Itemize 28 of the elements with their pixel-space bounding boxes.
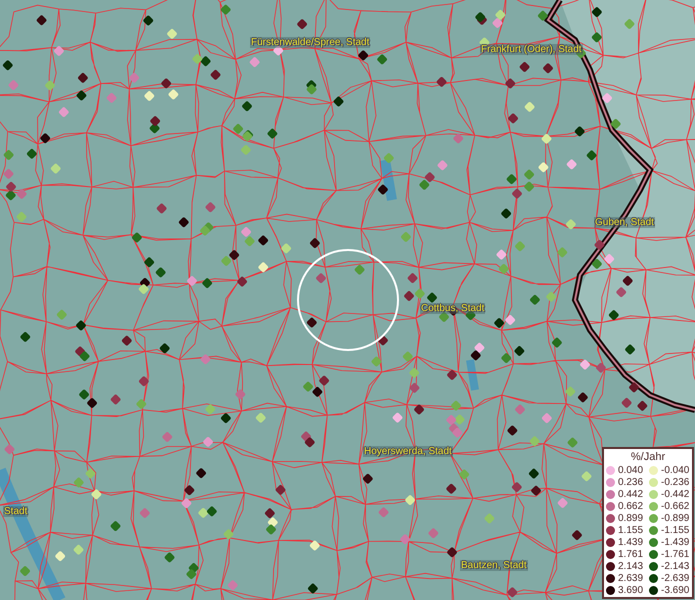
- legend-value: -0.899: [661, 512, 690, 524]
- legend-value: -0.442: [661, 488, 690, 500]
- legend-value: 0.236: [618, 476, 644, 488]
- place-label: Hoyerswerda, Stadt: [363, 446, 453, 457]
- legend-value: -0.662: [661, 500, 690, 512]
- legend-value: 1.155: [618, 524, 644, 536]
- legend-value: 1.761: [618, 548, 644, 560]
- legend-value: 1.439: [618, 536, 644, 548]
- legend-value: -3.690: [661, 584, 690, 596]
- legend-value: 0.662: [618, 500, 644, 512]
- place-label: Fürstenwalde/Spree, Stadt: [250, 37, 370, 48]
- legend-value: -0.040: [661, 464, 690, 476]
- legend-value: 0.442: [618, 488, 644, 500]
- place-label: Frankfurt (Oder), Stadt: [480, 44, 583, 55]
- legend-value: -0.236: [661, 476, 690, 488]
- legend-value: 3.690: [618, 584, 644, 596]
- place-label: Bautzen, Stadt: [460, 560, 528, 571]
- legend-value: -1.155: [661, 524, 690, 536]
- legend-value: -1.439: [661, 536, 690, 548]
- place-label: Stadt: [3, 506, 28, 517]
- legend-value: -1.761: [661, 548, 690, 560]
- legend-value: 2.143: [618, 560, 644, 572]
- legend-value: -2.143: [661, 560, 690, 572]
- legend-title: %/Jahr: [630, 451, 666, 464]
- legend-value: 2.639: [618, 572, 644, 584]
- legend-value: -2.639: [661, 572, 690, 584]
- legend-value: 0.899: [618, 512, 644, 524]
- legend-value: 0.040: [618, 464, 644, 476]
